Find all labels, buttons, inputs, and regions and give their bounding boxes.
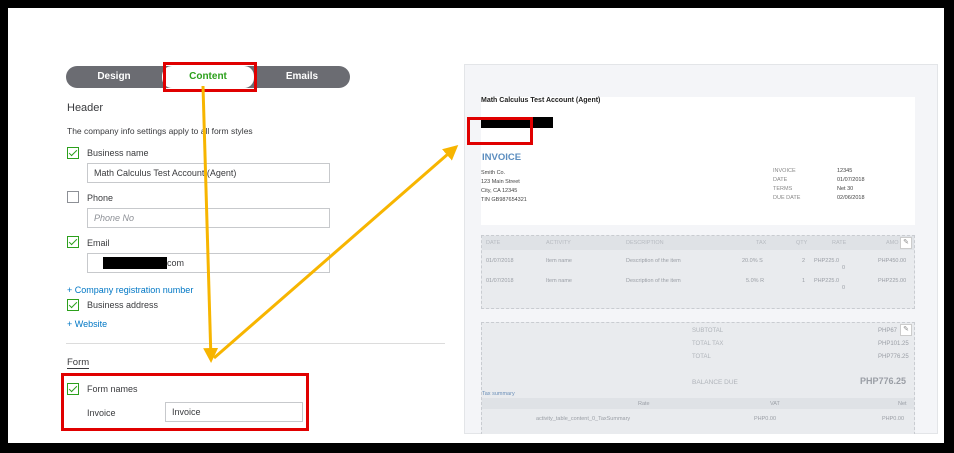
email-checkbox[interactable] [67, 236, 79, 248]
content-tab-highlight [163, 62, 257, 92]
business-address-checkbox[interactable] [67, 299, 79, 311]
screenshot-frame: Design Content Emails Header The company… [8, 8, 944, 443]
invoice-preview: Math Calculus Test Account (Agent) INVOI… [464, 64, 938, 434]
invoice-title-highlight [467, 117, 533, 145]
preview-company-name: Math Calculus Test Account (Agent) [481, 97, 601, 104]
customize-form-panel: Design Content Emails Header The company… [24, 24, 938, 434]
preview-meta-keys: INVOICE DATE TERMS DUE DATE [773, 168, 801, 201]
tab-emails[interactable]: Emails [254, 66, 350, 88]
header-section-title: Header [67, 102, 104, 114]
phone-checkbox[interactable] [67, 191, 79, 203]
preview-invoice-title: INVOICE [482, 152, 522, 163]
form-section-title: Form [67, 357, 90, 369]
business-name-checkbox[interactable] [67, 147, 79, 159]
tax-summary-header: Rate VAT Net [482, 398, 914, 409]
section-divider [66, 343, 445, 344]
settings-column: Design Content Emails Header The company… [24, 24, 454, 434]
email-redaction [103, 257, 167, 269]
tax-summary-label: Tax summary [482, 391, 515, 397]
company-registration-link[interactable]: + Company registration number [67, 285, 193, 295]
website-link[interactable]: + Website [67, 319, 107, 329]
preview-address: Smith Co. 123 Main Street City, CA 12345… [481, 170, 527, 203]
business-name-label: Business name [87, 148, 149, 158]
edit-totals-pencil-icon[interactable]: ✎ [900, 324, 912, 336]
preview-table-header: DATE ACTIVITY DESCRIPTION TAX QTY RATE A… [482, 236, 914, 250]
tab-design[interactable]: Design [66, 66, 162, 88]
business-address-label: Business address [87, 300, 159, 310]
preview-activity-table: DATE ACTIVITY DESCRIPTION TAX QTY RATE A… [481, 235, 915, 309]
balance-due-label: BALANCE DUE [692, 379, 738, 386]
preview-meta-values: 12345 01/07/2018 Net 30 02/06/2018 [837, 168, 865, 201]
preview-totals: ✎ SUBTOTAL PHP67 TOTAL TAX PHP101.25 TOT… [481, 322, 915, 434]
edit-table-pencil-icon[interactable]: ✎ [900, 237, 912, 249]
company-info-hint: The company info settings apply to all f… [67, 126, 253, 136]
email-value-suffix: com [167, 258, 185, 268]
phone-input[interactable]: Phone No [87, 208, 330, 228]
form-names-highlight [61, 373, 309, 431]
phone-label: Phone [87, 193, 114, 203]
business-name-input[interactable]: Math Calculus Test Account (Agent) [87, 163, 330, 183]
balance-due-value: PHP776.25 [860, 376, 907, 386]
preview-document-header: Math Calculus Test Account (Agent) INVOI… [481, 97, 915, 225]
email-label: Email [87, 238, 110, 248]
